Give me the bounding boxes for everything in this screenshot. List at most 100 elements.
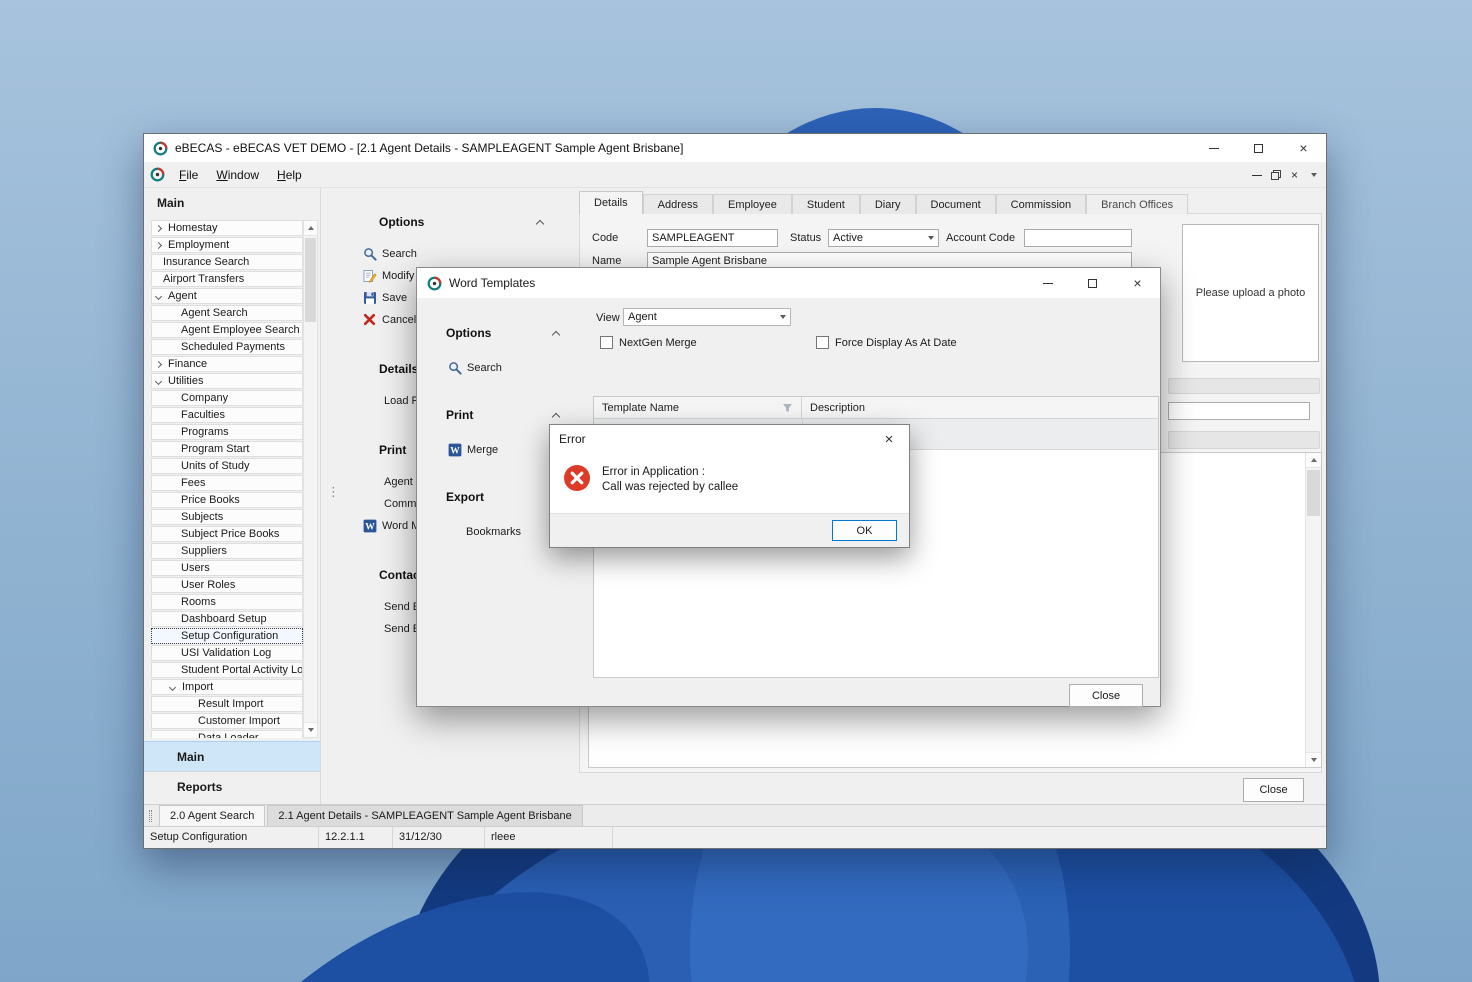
tree-item-finance[interactable]: Finance: [151, 356, 303, 372]
tree-item-user-roles[interactable]: User Roles: [151, 577, 303, 593]
tab-student[interactable]: Student: [792, 194, 860, 214]
tree-item-airport-transfers[interactable]: Airport Transfers: [151, 271, 303, 287]
section-bar: [1168, 378, 1320, 394]
item-label: Search: [382, 248, 417, 260]
close-icon: ×: [1299, 141, 1307, 155]
sidebar-footer-main[interactable]: Main: [144, 741, 320, 771]
error-close-button[interactable]: ×: [869, 425, 909, 453]
tab-document[interactable]: Document: [916, 194, 996, 214]
tree-item-employment[interactable]: Employment: [151, 237, 303, 253]
wt-header-print[interactable]: Print: [446, 405, 559, 425]
status-cell-3: rleee: [485, 827, 613, 848]
tree-item-setup-configuration[interactable]: Setup Configuration: [151, 628, 303, 644]
wt-close-button[interactable]: Close: [1069, 684, 1143, 707]
tree-item-faculties[interactable]: Faculties: [151, 407, 303, 423]
tree-item-dashboard-setup[interactable]: Dashboard Setup: [151, 611, 303, 627]
wt-item-search[interactable]: Search: [417, 357, 577, 379]
scroll-up-button[interactable]: [304, 221, 317, 236]
tree-item-usi-validation-log[interactable]: USI Validation Log: [151, 645, 303, 661]
wt-header-export[interactable]: Export: [446, 487, 559, 507]
tab-employee[interactable]: Employee: [713, 194, 792, 214]
tree-item-agent-search[interactable]: Agent Search: [151, 305, 303, 321]
force-display-label: Force Display As At Date: [835, 337, 957, 349]
scroll-down-button[interactable]: [304, 722, 317, 737]
column-header-description[interactable]: Description: [802, 397, 1158, 418]
menu-window[interactable]: Window: [207, 164, 268, 186]
tree-item-fees[interactable]: Fees: [151, 475, 303, 491]
tab-diary[interactable]: Diary: [860, 194, 916, 214]
status-combobox[interactable]: Active: [828, 229, 939, 247]
wt-section-options: Options Search: [417, 323, 577, 379]
footer-main-label: Main: [177, 750, 204, 764]
wt-close-x-button[interactable]: ×: [1115, 268, 1160, 298]
panel-scrollbar[interactable]: [1305, 453, 1321, 767]
task-header-options[interactable]: Options: [379, 212, 543, 232]
tab-branch-offices[interactable]: Branch Offices: [1086, 194, 1188, 214]
tree-item-program-start[interactable]: Program Start: [151, 441, 303, 457]
tree-item-homestay[interactable]: Homestay: [151, 220, 303, 236]
tabstrip-grip[interactable]: [149, 810, 152, 822]
tab-details[interactable]: Details: [579, 191, 643, 214]
tree-item-insurance-search[interactable]: Insurance Search: [151, 254, 303, 270]
tree-item-agent-employee-search[interactable]: Agent Employee Search: [151, 322, 303, 338]
panel-grip[interactable]: ⋮: [327, 489, 340, 495]
wt-maximize-button[interactable]: [1070, 268, 1115, 298]
side-input[interactable]: [1168, 402, 1310, 420]
error-body: Error in Application : Call was rejected…: [550, 453, 909, 515]
tree-item-rooms[interactable]: Rooms: [151, 594, 303, 610]
tree-item-users[interactable]: Users: [151, 560, 303, 576]
account-code-input[interactable]: [1024, 229, 1132, 247]
menu-file[interactable]: File: [170, 164, 207, 186]
mdi-close-button[interactable]: ×: [1286, 167, 1303, 183]
tree-item-price-books[interactable]: Price Books: [151, 492, 303, 508]
tree-item-result-import[interactable]: Result Import: [151, 696, 303, 712]
tree-item-suppliers[interactable]: Suppliers: [151, 543, 303, 559]
tree-item-student-portal-activity-lo[interactable]: Student Portal Activity Lo: [151, 662, 303, 678]
mdi-minimize-button[interactable]: [1248, 167, 1265, 183]
close-button[interactable]: ×: [1281, 134, 1326, 162]
word-templates-icon: [427, 276, 442, 291]
ok-button[interactable]: OK: [832, 520, 897, 541]
doc-tab-2-1-agent-details-sampleagent-sample-agent-brisbane[interactable]: 2.1 Agent Details - SAMPLEAGENT Sample A…: [267, 805, 582, 826]
column-header-template-name[interactable]: Template Name: [594, 397, 802, 418]
minimize-button[interactable]: [1191, 134, 1236, 162]
tree-item-units-of-study[interactable]: Units of Study: [151, 458, 303, 474]
item-label: Word M: [382, 520, 420, 532]
view-combobox[interactable]: Agent: [623, 308, 791, 326]
document-tabs: 2.0 Agent Search2.1 Agent Details - SAMP…: [144, 804, 1326, 826]
sidebar-footer-reports[interactable]: Reports: [144, 771, 320, 801]
task-item-search[interactable]: Search: [321, 243, 576, 265]
menu-help[interactable]: Help: [268, 164, 311, 186]
code-input[interactable]: SAMPLEAGENT: [647, 229, 778, 247]
scroll-thumb[interactable]: [1307, 470, 1320, 516]
tree-item-agent[interactable]: Agent: [151, 288, 303, 304]
tree-item-subjects[interactable]: Subjects: [151, 509, 303, 525]
tree-item-programs[interactable]: Programs: [151, 424, 303, 440]
nextgen-merge-checkbox[interactable]: NextGen Merge: [600, 336, 697, 349]
tree-item-import[interactable]: Import: [151, 679, 303, 695]
tab-commission[interactable]: Commission: [996, 194, 1087, 214]
tree-item-scheduled-payments[interactable]: Scheduled Payments: [151, 339, 303, 355]
photo-upload-box[interactable]: Please upload a photo: [1182, 224, 1319, 362]
wt-minimize-button[interactable]: [1025, 268, 1070, 298]
doc-tab-2-0-agent-search[interactable]: 2.0 Agent Search: [159, 805, 265, 826]
filter-icon[interactable]: [782, 403, 793, 413]
tree-item-label: Setup Configuration: [152, 630, 302, 643]
tree-item-customer-import[interactable]: Customer Import: [151, 713, 303, 729]
details-close-button[interactable]: Close: [1243, 778, 1304, 802]
mdi-restore-button[interactable]: [1267, 167, 1284, 183]
tab-address[interactable]: Address: [643, 194, 713, 214]
tree-scrollbar[interactable]: [303, 220, 318, 738]
wt-header-options[interactable]: Options: [446, 323, 559, 343]
maximize-button[interactable]: [1236, 134, 1281, 162]
scroll-thumb[interactable]: [305, 238, 316, 322]
tree-item-data-loader[interactable]: Data Loader: [151, 730, 303, 738]
scroll-up-button[interactable]: [1306, 453, 1321, 468]
tree-item-utilities[interactable]: Utilities: [151, 373, 303, 389]
tree-item-subject-price-books[interactable]: Subject Price Books: [151, 526, 303, 542]
force-display-checkbox[interactable]: Force Display As At Date: [816, 336, 957, 349]
window-title: eBECAS - eBECAS VET DEMO - [2.1 Agent De…: [175, 141, 683, 155]
scroll-down-button[interactable]: [1306, 752, 1321, 767]
mdi-menu-caret[interactable]: [1305, 167, 1322, 183]
tree-item-company[interactable]: Company: [151, 390, 303, 406]
